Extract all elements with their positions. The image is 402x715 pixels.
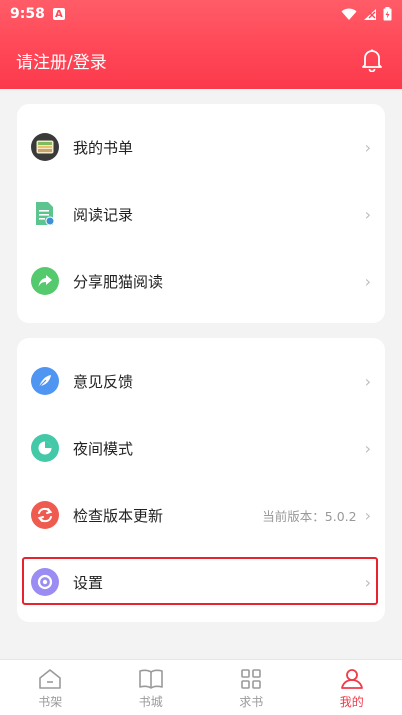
tab-label: 求书 — [239, 693, 263, 710]
menu-item-night-mode[interactable]: 夜间模式 › — [17, 423, 385, 473]
tab-label: 书架 — [38, 693, 62, 710]
tab-label: 我的 — [340, 693, 364, 710]
status-time: 9:58 — [10, 6, 45, 22]
menu-item-reading-history[interactable]: 阅读记录 › — [17, 189, 385, 239]
status-icons — [341, 7, 392, 21]
menu-item-label: 我的书单 — [73, 137, 133, 158]
tab-request-book[interactable]: 求书 — [201, 660, 302, 715]
menu-item-share[interactable]: 分享肥猫阅读 › — [17, 256, 385, 306]
user-icon — [340, 668, 364, 690]
grid-icon — [240, 668, 262, 690]
signal-icon — [363, 8, 377, 21]
chevron-right-icon: › — [365, 272, 371, 291]
version-text: 当前版本：5.0.2 — [262, 506, 356, 525]
menu-item-check-update[interactable]: 检查版本更新 当前版本：5.0.2 › — [17, 490, 385, 540]
notification-icon: A — [53, 8, 65, 20]
menu-item-label: 意见反馈 — [73, 371, 133, 392]
bottom-tab-bar: 书架 书城 求书 我的 — [0, 659, 402, 715]
feather-icon — [31, 367, 59, 395]
header: 9:58 A 请注册/登录 — [0, 0, 402, 89]
bell-icon[interactable] — [358, 46, 386, 74]
menu-item-label: 检查版本更新 — [73, 505, 163, 526]
menu-item-label: 阅读记录 — [73, 204, 133, 225]
menu-item-feedback[interactable]: 意见反馈 › — [17, 356, 385, 406]
book-icon — [138, 668, 164, 690]
document-icon — [31, 200, 59, 228]
tab-bookshelf[interactable]: 书架 — [0, 660, 101, 715]
menu-item-label: 夜间模式 — [73, 438, 133, 459]
wallet-icon — [31, 133, 59, 161]
chevron-right-icon: › — [365, 439, 371, 458]
menu-card-primary: 我的书单 › 阅读记录 › 分享肥猫阅读 › — [17, 104, 385, 323]
login-link[interactable]: 请注册/登录 — [16, 48, 107, 73]
menu-item-booklist[interactable]: 我的书单 › — [17, 122, 385, 172]
chevron-right-icon: › — [365, 372, 371, 391]
status-bar: 9:58 A — [0, 0, 402, 28]
title-row: 请注册/登录 — [0, 40, 402, 80]
tab-bookstore[interactable]: 书城 — [101, 660, 202, 715]
battery-icon — [383, 7, 392, 21]
chevron-right-icon: › — [365, 506, 371, 525]
settings-highlight-box — [22, 557, 378, 605]
moon-icon — [31, 434, 59, 462]
chevron-right-icon: › — [365, 205, 371, 224]
wifi-icon — [341, 8, 357, 21]
chevron-right-icon: › — [365, 138, 371, 157]
home-icon — [38, 668, 62, 690]
share-icon — [31, 267, 59, 295]
tab-label: 书城 — [139, 693, 163, 710]
menu-item-label: 分享肥猫阅读 — [73, 271, 163, 292]
refresh-icon — [31, 501, 59, 529]
tab-mine[interactable]: 我的 — [302, 660, 402, 715]
